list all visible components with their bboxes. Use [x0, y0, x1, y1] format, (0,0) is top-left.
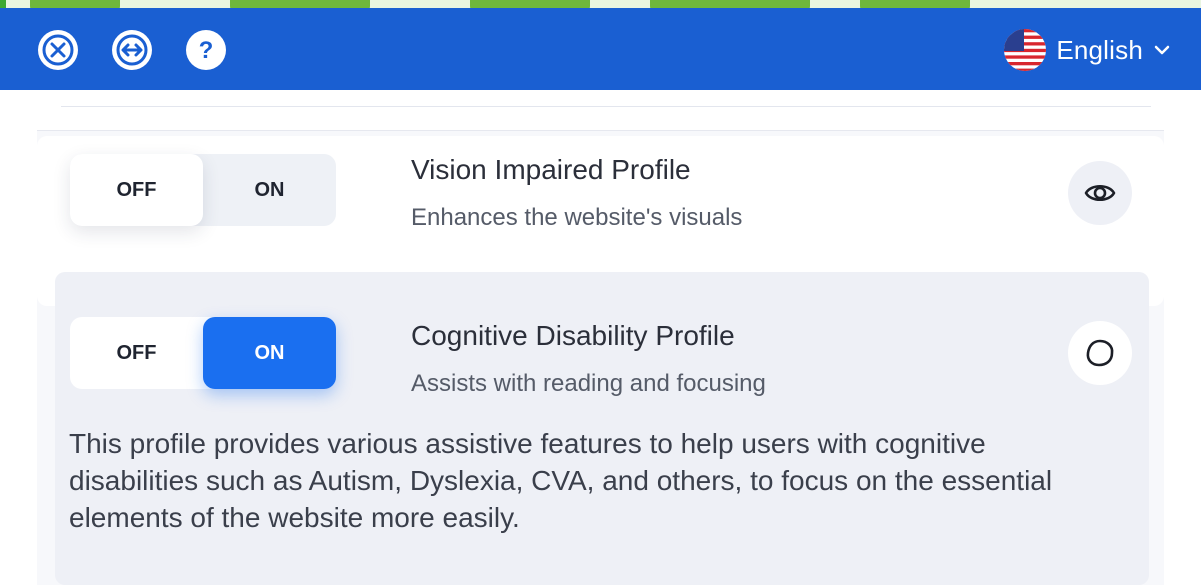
vision-profile-title: Vision Impaired Profile — [411, 154, 691, 185]
move-panel-button[interactable] — [112, 30, 152, 70]
vision-profile-toggle: OFF ON — [70, 154, 336, 226]
svg-text:?: ? — [199, 37, 214, 64]
cognitive-profile-title: Cognitive Disability Profile — [411, 320, 735, 351]
cognitive-toggle-on[interactable]: ON — [203, 317, 336, 389]
cognitive-profile-description: This profile provides various assistive … — [69, 428, 1053, 533]
help-button[interactable]: ? — [186, 30, 226, 70]
close-button[interactable] — [38, 30, 78, 70]
cognitive-profile-subtitle: Assists with reading and focusing — [411, 370, 766, 397]
cognitive-profile-icon-badge — [1068, 321, 1132, 385]
help-icon: ? — [199, 37, 214, 64]
vision-toggle-on[interactable]: ON — [203, 154, 336, 226]
cognitive-profile-toggle: OFF ON — [70, 317, 336, 389]
language-label: English — [1056, 34, 1143, 65]
close-icon — [42, 34, 74, 66]
cognitive-toggle-off[interactable]: OFF — [70, 317, 203, 389]
vision-toggle-off[interactable]: OFF — [70, 154, 203, 226]
accessibility-header: ? English — [0, 8, 1201, 90]
vision-profile-icon-badge — [1068, 161, 1132, 225]
circle-outline-icon — [1086, 339, 1114, 367]
language-selector[interactable]: English — [1004, 29, 1171, 71]
us-flag-icon — [1004, 29, 1047, 71]
chevron-down-icon — [1154, 45, 1170, 55]
divider — [61, 106, 1151, 107]
resize-icon — [116, 34, 148, 66]
eye-icon — [1084, 184, 1116, 202]
panel-top-section — [37, 90, 1164, 131]
vision-profile-subtitle: Enhances the website's visuals — [411, 204, 743, 231]
